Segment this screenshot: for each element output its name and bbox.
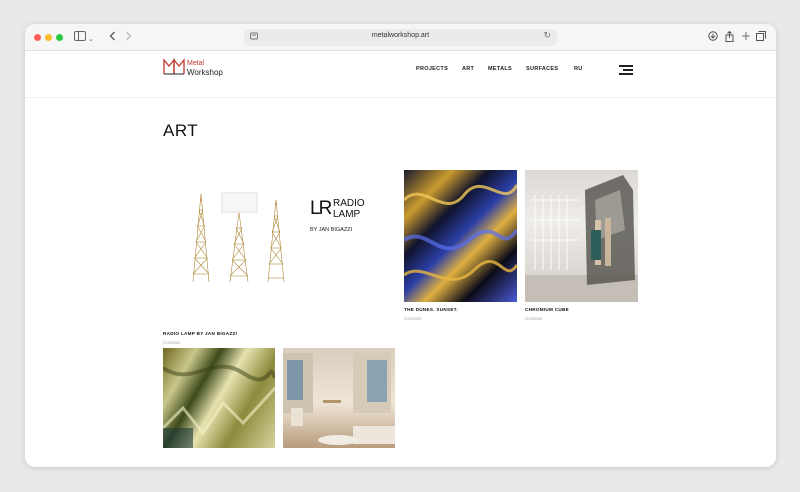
logo-text-metal: Metal	[187, 60, 205, 67]
minimize-window-button[interactable]	[45, 34, 52, 41]
nav-projects[interactable]: PROJECTS	[416, 66, 448, 72]
art-card-interior[interactable]	[283, 348, 395, 448]
sidebar-icon[interactable]	[74, 31, 86, 44]
art-card-radio-lamp[interactable]: LR RADIO LAMP BY JAN BIGAZZI RADIO LAMP …	[163, 170, 376, 345]
interior-image	[283, 348, 395, 448]
radio-lamp-image: LR RADIO LAMP BY JAN BIGAZZI	[163, 170, 376, 290]
nav-language[interactable]: RU	[574, 66, 583, 72]
new-tab-icon[interactable]: +	[741, 30, 751, 42]
back-icon[interactable]	[109, 31, 116, 44]
card-title: RADIO LAMP BY JAN BIGAZZI	[163, 331, 238, 336]
nav-art[interactable]: ART	[462, 66, 474, 72]
share-icon[interactable]	[725, 30, 734, 45]
forward-icon[interactable]	[125, 31, 132, 44]
chromium-cube-scene	[525, 175, 638, 302]
card-title: THE DUNES. SUNSET.	[404, 307, 458, 312]
card-subtitle: Contract	[163, 340, 181, 345]
radio-word: RADIO	[333, 198, 365, 209]
art-card-gold-surface[interactable]	[163, 348, 275, 448]
gold-surface-image	[163, 348, 275, 448]
address-url: metalworkshop.art	[371, 32, 430, 39]
download-icon[interactable]	[708, 31, 718, 44]
card-subtitle: Contract	[404, 316, 422, 321]
card-subtitle: Contract	[525, 316, 543, 321]
nav-surfaces[interactable]: SURFACES	[526, 66, 558, 72]
page-title: ART	[163, 121, 199, 140]
art-card-dunes[interactable]: THE DUNES. SUNSET. Contract	[404, 170, 517, 322]
menu-icon[interactable]	[619, 65, 633, 75]
zoom-window-button[interactable]	[56, 34, 63, 41]
logo-mark-icon	[163, 58, 185, 75]
by-jan-bigazzi: BY JAN BIGAZZI	[310, 227, 353, 233]
interior-scene	[283, 353, 395, 445]
logo-text-workshop: Workshop	[187, 68, 223, 77]
lamp-word: LAMP	[333, 209, 361, 220]
dunes-texture	[404, 184, 517, 281]
nav-metals[interactable]: METALS	[488, 66, 512, 72]
art-card-chromium-cube[interactable]: CHROMIUM CUBE Contract	[525, 170, 638, 322]
site-header: Metal Workshop PROJECTS ART METALS SURFA…	[25, 51, 776, 98]
address-bar[interactable]: metalworkshop.art ↻	[244, 29, 557, 46]
chevron-down-icon[interactable]: ⌄	[88, 33, 94, 45]
card-title: CHROMIUM CUBE	[525, 307, 569, 312]
close-window-button[interactable]	[34, 34, 41, 41]
reload-icon[interactable]: ↻	[543, 31, 551, 41]
browser-window: ⌄ metalworkshop.art ↻ + Metal Workshop P…	[25, 24, 776, 467]
browser-toolbar: ⌄ metalworkshop.art ↻ +	[25, 24, 776, 51]
lr-monogram-text: LR	[310, 198, 332, 219]
chromium-cube-image	[525, 170, 638, 302]
lr-monogram: LR	[310, 198, 332, 220]
dunes-image	[404, 170, 517, 302]
gold-texture	[163, 364, 275, 448]
tabs-icon[interactable]	[756, 31, 766, 44]
